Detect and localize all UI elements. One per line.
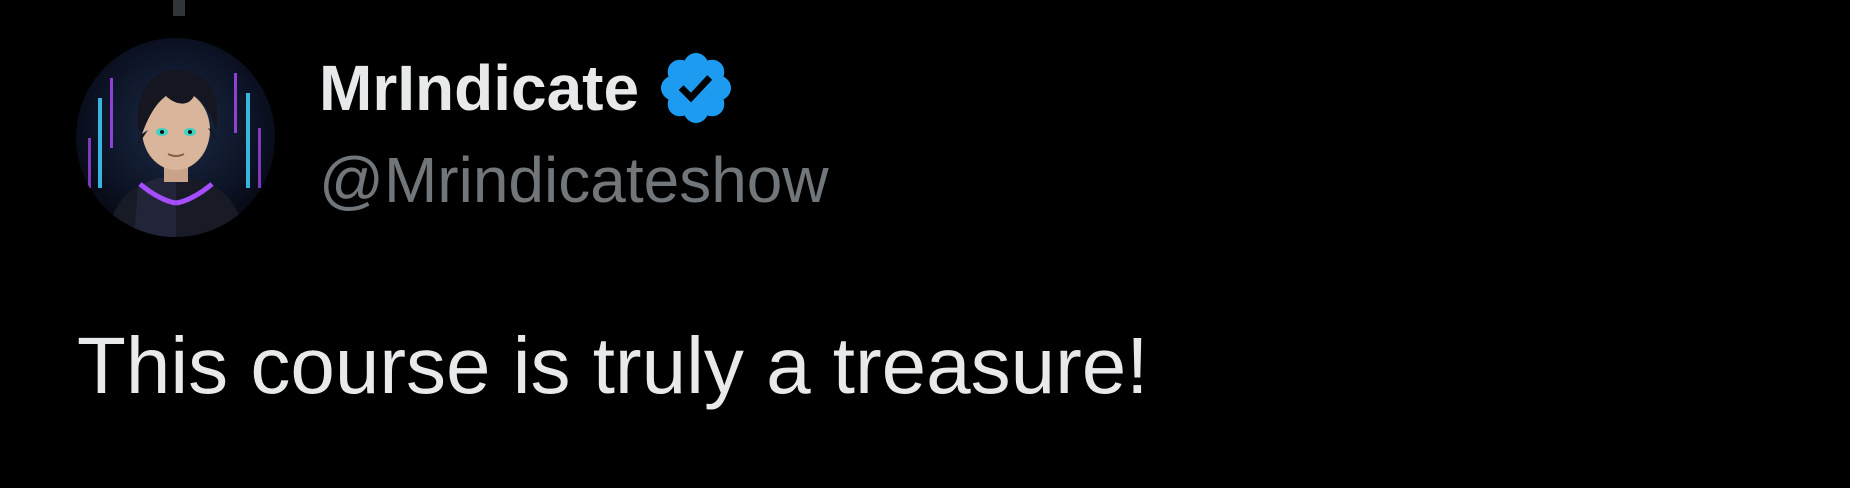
verified-badge-icon [655, 47, 737, 129]
author-handle[interactable]: @Mrindicateshow [319, 148, 829, 212]
avatar[interactable] [76, 38, 275, 237]
thread-connector-line [173, 0, 185, 16]
author-name-row: MrIndicate [319, 44, 737, 132]
author-display-name[interactable]: MrIndicate [319, 56, 639, 120]
tweet-text: This course is truly a treasure! [77, 321, 1149, 410]
avatar-image [76, 38, 275, 237]
